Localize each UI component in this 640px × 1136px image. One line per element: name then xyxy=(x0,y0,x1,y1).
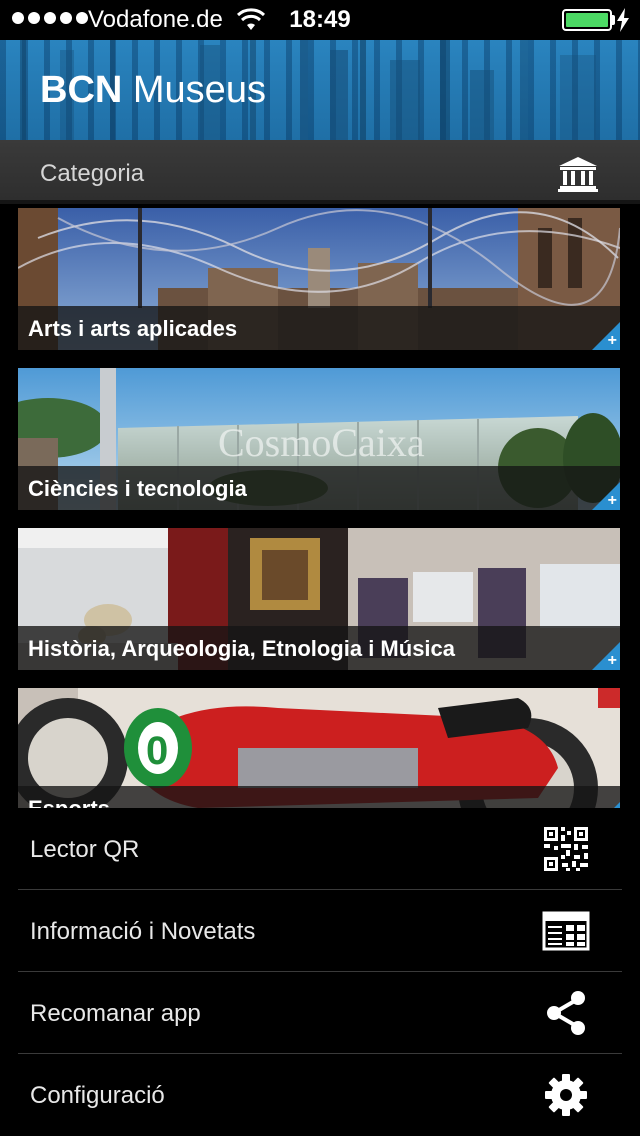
app-header: BCN Museus xyxy=(0,40,640,140)
charging-bolt-icon xyxy=(616,8,630,37)
app-title: BCN Museus xyxy=(40,68,266,112)
clock: 18:49 xyxy=(289,6,351,33)
category-bar: Categoria xyxy=(0,140,640,204)
menu-item-label: Informació i Novetats xyxy=(30,918,256,945)
category-card-historia[interactable]: Història, Arqueologia, Etnologia i Músic… xyxy=(18,528,620,670)
plus-icon: + xyxy=(607,492,617,509)
category-label: Arts i arts aplicades xyxy=(28,316,238,341)
menu-item-label: Configuració xyxy=(30,1082,165,1109)
menu-item-label: Lector QR xyxy=(30,836,140,863)
newspaper-icon xyxy=(542,907,590,955)
category-card-esports[interactable]: 0 Esports + xyxy=(18,688,620,808)
category-label: Ciències i tecnologia xyxy=(28,476,247,501)
menu-item-share[interactable]: Recomanar app xyxy=(18,972,622,1054)
share-icon xyxy=(542,989,590,1037)
menu-item-settings[interactable]: Configuració xyxy=(18,1054,622,1136)
svg-text:CosmoCaixa: CosmoCaixa xyxy=(218,420,425,465)
category-card-ciencies[interactable]: CosmoCaixa Ciències i tecnologia + xyxy=(18,368,620,510)
category-label: Història, Arqueologia, Etnologia i Músic… xyxy=(28,636,456,661)
battery-icon xyxy=(562,9,612,31)
app-title-bold: BCN xyxy=(40,69,123,111)
museum-icon[interactable] xyxy=(558,156,598,197)
qr-code-icon xyxy=(542,825,590,873)
bottom-menu: Lector QR Informació i Novetats Recomana… xyxy=(0,808,640,1136)
status-bar: Vodafone.de 18:49 xyxy=(0,0,640,40)
category-label: Categoria xyxy=(40,160,145,187)
menu-item-info[interactable]: Informació i Novetats xyxy=(18,890,622,972)
category-list[interactable]: Arts i arts aplicades + CosmoCaixa Ciènc… xyxy=(0,208,640,808)
plus-icon: + xyxy=(607,332,617,349)
app-title-rest: Museus xyxy=(132,69,266,111)
category-label: Esports xyxy=(28,796,110,808)
category-card-arts[interactable]: Arts i arts aplicades + xyxy=(18,208,620,350)
plus-icon: + xyxy=(607,652,617,669)
svg-text:0: 0 xyxy=(146,729,168,773)
menu-item-label: Recomanar app xyxy=(30,1000,201,1027)
menu-item-qr[interactable]: Lector QR xyxy=(18,808,622,890)
gear-icon xyxy=(542,1071,590,1119)
